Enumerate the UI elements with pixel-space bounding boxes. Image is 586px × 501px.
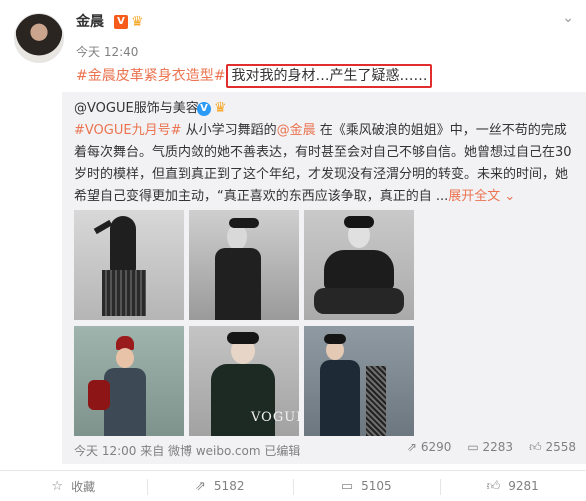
share-icon: ⇗ (406, 440, 417, 454)
comment-button[interactable]: ▭ 5105 (293, 471, 440, 501)
highlighted-text: 我对我的身材…产生了疑惑…… (226, 64, 433, 88)
share-icon: ⇗ (195, 478, 206, 494)
repost-like[interactable]: 👍︎ 2558 (529, 440, 576, 455)
repost-comment-count: 2283 (482, 440, 514, 454)
author-name[interactable]: 金晨 (76, 13, 104, 31)
photo-grid: VOGUE (74, 210, 414, 436)
photo-6[interactable] (304, 326, 414, 436)
photo-5[interactable]: VOGUE (189, 326, 299, 436)
like-count: 9281 (508, 479, 539, 493)
chevron-down-icon[interactable]: ⌄ (562, 10, 574, 26)
repost-like-count: 2558 (545, 440, 576, 454)
expand-label: 展开全文 (448, 189, 501, 204)
verified-badge: V (197, 102, 211, 116)
expand-full-text-link[interactable]: 展开全文 ⌄ (448, 189, 515, 204)
repost-text-part: 从小学习舞蹈的 (181, 123, 277, 138)
mention-link[interactable]: @金晨 (277, 123, 316, 138)
repost-count: 5182 (213, 479, 245, 493)
repost-actions: ⇗ 6290 ▭ 2283 👍︎ 2558 (407, 440, 576, 455)
repost-text: #VOGUE九月号# 从小学习舞蹈的@金晨 在《乘风破浪的姐姐》中，一丝不苟的完… (74, 120, 574, 208)
post-text: #金晨皮革紧身衣造型# 我对我的身材…产生了疑惑…… (76, 64, 433, 88)
photo-4[interactable] (74, 326, 184, 436)
action-bar: ☆ 收藏 ⇗ 5182 ▭ 5105 👍︎ 9281 (0, 470, 586, 501)
post-time[interactable]: 今天 12:40 (76, 43, 138, 60)
repost-author[interactable]: @VOGUE服饰与美容 (74, 100, 199, 118)
repost-card: @VOGUE服饰与美容 V ♛ #VOGUE九月号# 从小学习舞蹈的@金晨 在《… (62, 92, 586, 464)
comment-count: 5105 (361, 479, 392, 493)
favorite-button[interactable]: ☆ 收藏 (0, 471, 147, 501)
repost-footer: 今天 12:00 来自 微博 weibo.com 已编辑 (74, 444, 301, 458)
chevron-down-icon: ⌄ (500, 189, 516, 204)
thumbs-up-icon: 👍︎ (486, 478, 501, 494)
star-icon: ☆ (51, 478, 64, 494)
like-button[interactable]: 👍︎ 9281 (439, 471, 586, 501)
photo-1[interactable] (74, 210, 184, 320)
repost-topic-tag[interactable]: #VOGUE九月号# (74, 123, 182, 138)
weibo-post: 金晨 V ♛ 今天 12:40 ⌄ #金晨皮革紧身衣造型# 我对我的身材…产生了疑… (0, 0, 586, 501)
favorite-label: 收藏 (71, 479, 96, 494)
crown-icon: ♛ (214, 100, 227, 116)
topic-tag[interactable]: #金晨皮革紧身衣造型# (76, 68, 225, 84)
photo-3[interactable] (304, 210, 414, 320)
vip-badge: V (114, 15, 128, 29)
crown-icon: ♛ (131, 14, 144, 30)
repost-share-count: 6290 (420, 440, 452, 454)
comment-icon: ▭ (467, 440, 479, 454)
photo-watermark: VOGUE (251, 410, 299, 425)
repost-comment[interactable]: ▭ 2283 (467, 440, 513, 455)
repost-share[interactable]: ⇗ 6290 (407, 440, 451, 455)
avatar[interactable] (14, 13, 64, 63)
comment-icon: ▭ (340, 478, 354, 494)
repost-button[interactable]: ⇗ 5182 (146, 471, 294, 501)
photo-2[interactable] (189, 210, 299, 320)
thumbs-up-icon: 👍︎ (529, 440, 542, 454)
